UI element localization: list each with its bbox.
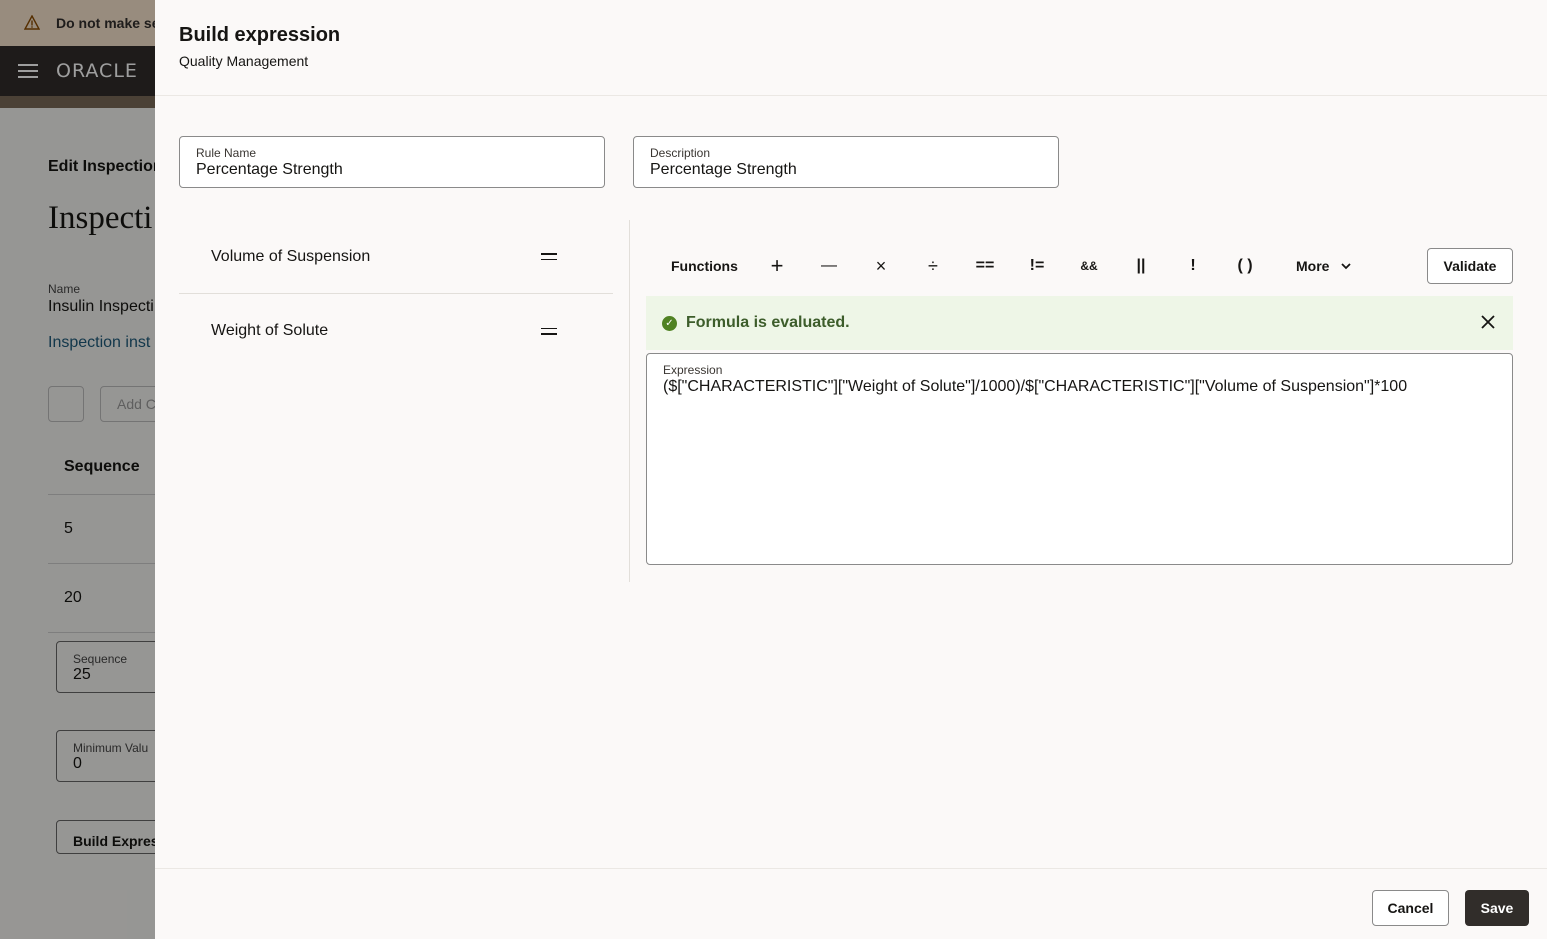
plus-operator-button[interactable]: +: [751, 248, 803, 284]
characteristic-name: Weight of Solute: [211, 322, 329, 339]
success-message: ✓ Formula is evaluated.: [646, 296, 1513, 350]
build-expression-drawer: Build expression Quality Management Rule…: [155, 0, 1547, 939]
parentheses-operator-button[interactable]: ( ): [1219, 248, 1271, 284]
close-icon[interactable]: [1479, 313, 1497, 331]
message-text: Formula is evaluated.: [686, 314, 850, 331]
equals-operator-button[interactable]: ==: [959, 248, 1011, 284]
cancel-button[interactable]: Cancel: [1372, 890, 1449, 926]
minus-operator-button[interactable]: —: [803, 248, 855, 284]
expression-toolbar: Functions + — × ÷ == != && || ! ( ) More: [646, 248, 1513, 284]
multiply-operator-button[interactable]: ×: [855, 248, 907, 284]
or-operator-button[interactable]: ||: [1115, 248, 1167, 284]
save-button[interactable]: Save: [1465, 890, 1529, 926]
drawer-title: Build expression: [179, 24, 341, 46]
validate-button[interactable]: Validate: [1427, 248, 1513, 284]
check-circle-icon: ✓: [662, 315, 677, 331]
drawer-subtitle: Quality Management: [179, 53, 309, 69]
rule-name-value: Percentage Strength: [196, 161, 343, 178]
panel-divider: [629, 220, 630, 582]
not-operator-button[interactable]: !: [1167, 248, 1219, 284]
more-dropdown[interactable]: More: [1271, 248, 1352, 284]
more-label: More: [1296, 258, 1330, 274]
characteristics-list: Volume of Suspension Weight of Solute: [179, 220, 613, 368]
functions-dropdown[interactable]: Functions: [646, 248, 742, 284]
list-item[interactable]: Volume of Suspension: [179, 220, 613, 294]
description-value: Percentage Strength: [650, 161, 797, 178]
characteristic-name: Volume of Suspension: [211, 247, 371, 265]
expression-textarea[interactable]: Expression ($["CHARACTERISTIC"]["Weight …: [646, 353, 1513, 565]
divide-operator-button[interactable]: ÷: [907, 248, 959, 284]
chevron-down-icon: [1341, 263, 1352, 270]
expression-value: ($["CHARACTERISTIC"]["Weight of Solute"]…: [663, 378, 1408, 395]
functions-label: Functions: [671, 258, 738, 274]
not-equals-operator-button[interactable]: !=: [1011, 248, 1063, 284]
drawer-header: Build expression Quality Management: [155, 0, 1547, 96]
rule-name-label: Rule Name: [196, 146, 257, 160]
description-field[interactable]: Description Percentage Strength: [633, 136, 1059, 188]
description-label: Description: [650, 146, 711, 160]
expression-label: Expression: [663, 363, 723, 377]
list-item[interactable]: Weight of Solute: [179, 294, 613, 368]
drawer-footer: Cancel Save: [155, 868, 1547, 939]
drag-handle-icon[interactable]: [541, 253, 557, 260]
and-operator-button[interactable]: &&: [1063, 248, 1115, 284]
rule-name-field[interactable]: Rule Name Percentage Strength: [179, 136, 605, 188]
drag-handle-icon[interactable]: [541, 327, 557, 335]
